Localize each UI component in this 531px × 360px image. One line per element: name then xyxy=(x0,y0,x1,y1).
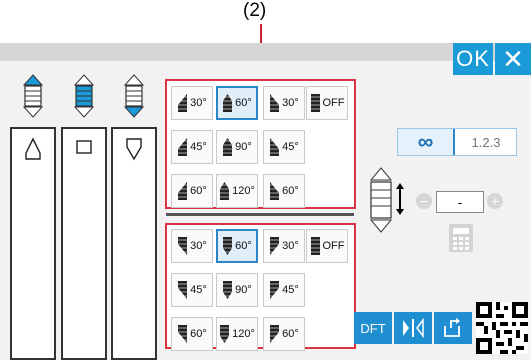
stitch-end-icon xyxy=(178,94,188,112)
increase-button[interactable]: + xyxy=(487,193,503,209)
count-mode-button[interactable]: 1.2.3 xyxy=(455,129,517,155)
stitch-end-icon xyxy=(223,138,233,156)
stitch-end-icon xyxy=(223,94,233,112)
end-shape-button[interactable]: 90° xyxy=(216,130,258,164)
stitch-end-icon xyxy=(223,281,233,299)
callout-label: (2) xyxy=(243,0,267,21)
default-button[interactable]: DFT xyxy=(354,312,392,344)
stitch-end-icon xyxy=(220,182,230,200)
end-shape-label: 120° xyxy=(232,328,255,340)
end-shape-button[interactable]: 45° xyxy=(171,130,213,164)
length-adjust-icon xyxy=(369,167,404,233)
mirror-icon xyxy=(403,318,424,338)
stitch-end-icon xyxy=(270,281,280,299)
end-shape-button[interactable]: OFF xyxy=(306,86,348,120)
end-shape-label: 60° xyxy=(282,328,299,340)
stitch-end-icon xyxy=(270,325,280,343)
stitch-end-icon xyxy=(270,94,280,112)
back-button[interactable] xyxy=(434,312,472,344)
stitch-end-icon xyxy=(270,138,280,156)
end-shape-label: 60° xyxy=(190,328,207,340)
end-shape-button[interactable]: 60° xyxy=(171,317,213,351)
end-shape-label: 30° xyxy=(190,240,207,252)
end-shape-button[interactable]: 30° xyxy=(171,229,213,263)
end-shape-button[interactable]: 30° xyxy=(263,229,305,263)
stitch-end-icon xyxy=(310,94,320,112)
end-shape-button[interactable]: 60° xyxy=(263,317,305,351)
end-shape-button[interactable]: 60° xyxy=(263,174,305,208)
stitch-end-icon xyxy=(310,237,320,255)
stitch-end-icon xyxy=(223,237,233,255)
stitch-end-icon xyxy=(178,138,188,156)
preview-column-middle xyxy=(61,127,107,360)
return-icon xyxy=(444,318,460,337)
length-value-field[interactable]: - xyxy=(436,191,484,213)
end-shape-label: 60° xyxy=(190,185,207,197)
end-shape-button[interactable]: 45° xyxy=(171,273,213,307)
end-shape-label: OFF xyxy=(322,97,345,109)
end-shape-button[interactable]: 60° xyxy=(216,229,258,263)
stitch-end-icon xyxy=(220,325,230,343)
end-shape-label: 45° xyxy=(190,284,207,296)
end-shape-label: 60° xyxy=(235,97,252,109)
end-both-icon[interactable] xyxy=(20,73,46,119)
title-bar xyxy=(0,43,531,61)
end-shape-label: 90° xyxy=(235,284,252,296)
end-shape-label: 30° xyxy=(190,97,207,109)
preview-column-bottom xyxy=(111,127,157,360)
end-shape-label: 120° xyxy=(232,185,255,197)
mirror-button[interactable] xyxy=(394,312,432,344)
end-shape-button[interactable]: 120° xyxy=(216,317,258,351)
end-shape-button[interactable]: 120° xyxy=(216,174,258,208)
end-shape-label: 30° xyxy=(282,97,299,109)
end-shape-label: 45° xyxy=(282,284,299,296)
pointed-bottom-shape-icon xyxy=(126,138,142,161)
qr-code-icon xyxy=(476,302,528,354)
end-shape-button[interactable]: 45° xyxy=(263,130,305,164)
infinite-mode-button[interactable]: ∞ xyxy=(398,129,455,155)
close-button[interactable]: ✕ xyxy=(495,43,531,75)
end-middle-icon[interactable] xyxy=(71,73,97,119)
calculator-icon[interactable] xyxy=(449,224,473,252)
stitch-end-icon xyxy=(178,325,188,343)
square-shape-icon xyxy=(76,140,92,154)
end-shape-label: 60° xyxy=(235,240,252,252)
stitch-end-icon xyxy=(178,182,188,200)
end-shape-button[interactable]: OFF xyxy=(306,229,348,263)
preview-column-top xyxy=(10,127,56,360)
end-shape-label: 45° xyxy=(282,141,299,153)
pointed-top-shape-icon xyxy=(25,137,41,160)
end-shape-button[interactable]: 30° xyxy=(263,86,305,120)
end-shape-button[interactable]: 90° xyxy=(216,273,258,307)
end-shape-button[interactable]: 60° xyxy=(171,174,213,208)
end-shape-label: OFF xyxy=(322,240,345,252)
ok-button[interactable]: OK xyxy=(453,43,493,75)
end-shape-label: 60° xyxy=(282,185,299,197)
end-shape-label: 45° xyxy=(190,141,207,153)
end-shape-label: 90° xyxy=(235,141,252,153)
repeat-mode-group: ∞ 1.2.3 xyxy=(397,128,517,156)
end-shape-button[interactable]: 30° xyxy=(171,86,213,120)
panel-divider xyxy=(166,213,354,216)
end-shape-label: 30° xyxy=(282,240,299,252)
stitch-end-icon xyxy=(178,281,188,299)
end-shape-button[interactable]: 45° xyxy=(263,273,305,307)
end-shape-button[interactable]: 60° xyxy=(216,86,258,120)
stitch-end-icon xyxy=(270,182,280,200)
decrease-button[interactable]: − xyxy=(416,193,432,209)
end-bottom-icon[interactable] xyxy=(121,73,147,119)
stitch-end-icon xyxy=(270,237,280,255)
stitch-end-icon xyxy=(178,237,188,255)
